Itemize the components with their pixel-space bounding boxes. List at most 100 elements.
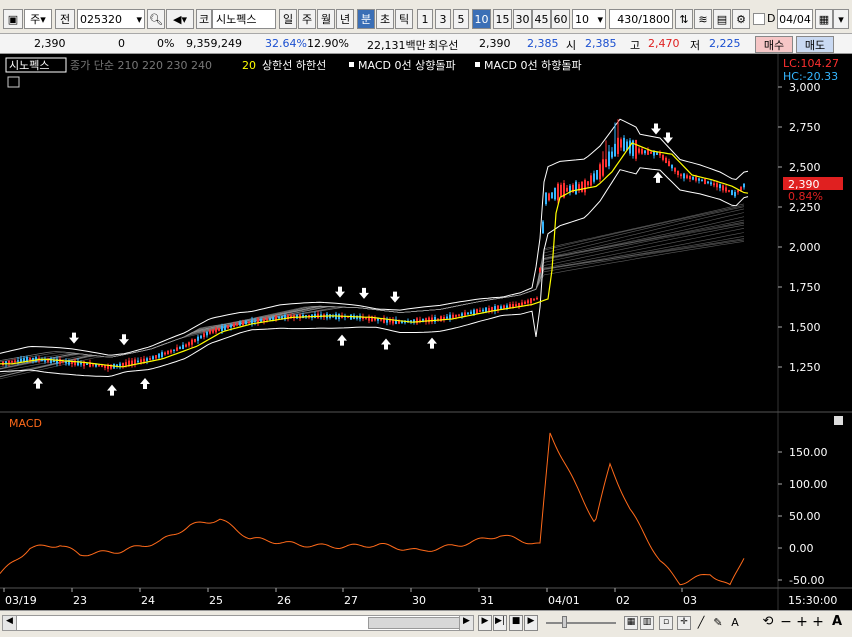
text-tool-icon[interactable]: A	[728, 616, 742, 630]
sell-button[interactable]: 매도	[796, 36, 834, 53]
minus-icon[interactable]: −	[779, 614, 793, 630]
stop-icon[interactable]: ■	[509, 615, 523, 631]
candle-body	[218, 327, 220, 331]
minute-45[interactable]: 45	[532, 9, 551, 29]
toolbar: ▣ 주 ▾ 전 025320 ▾ 🔍︎ ◀▾ 코 시노펙스 일 주 월 년 분 초 …	[0, 0, 852, 34]
candle-body	[161, 352, 163, 358]
chart-area[interactable]: 시노펙스 종가 단순 210 220 230 240 20 상한선 하한선 MA…	[0, 54, 852, 610]
tab-year[interactable]: 년	[336, 9, 354, 29]
candle-body	[707, 181, 709, 184]
tab-day[interactable]: 일	[279, 9, 297, 29]
price-label: 1,250	[789, 361, 821, 374]
candle-body	[719, 184, 721, 189]
search-icon[interactable]: 🔍︎	[147, 9, 165, 29]
ma-line	[0, 208, 745, 378]
date-label: 04/01	[548, 594, 580, 607]
minute-15[interactable]: 15	[493, 9, 512, 29]
calendar-icon[interactable]: ▦	[815, 9, 833, 29]
minute-5[interactable]: 5	[453, 9, 469, 29]
pattern-icon[interactable]: ≋	[694, 9, 712, 29]
candle-body	[686, 175, 688, 179]
speaker-icon[interactable]: ◀▾	[166, 9, 194, 29]
minute-10[interactable]: 10	[472, 9, 491, 29]
prev-button[interactable]: 전	[55, 9, 75, 29]
up-arrow-icon	[427, 337, 437, 349]
date-checkbox[interactable]	[753, 13, 765, 25]
panel-close-icon[interactable]	[834, 416, 843, 425]
up-arrow-icon	[33, 377, 43, 389]
reset-icon[interactable]: ⟲	[760, 614, 776, 630]
volume-value: 9,359,249	[186, 37, 242, 50]
tab-week[interactable]: 주	[298, 9, 316, 29]
grid-view-icon[interactable]: ▥	[640, 616, 654, 630]
candle-body	[665, 157, 667, 164]
scrollbar-thumb[interactable]	[368, 617, 460, 629]
minute-3[interactable]: 3	[435, 9, 451, 29]
scroll-left-icon[interactable]: ◀	[3, 616, 17, 630]
count-select[interactable]: 10 ▾	[572, 9, 606, 29]
scroll-right-icon[interactable]: ▶	[459, 616, 473, 630]
scrollbar-track[interactable]: ◀ ▶	[2, 615, 474, 631]
down-arrow-icon	[651, 123, 661, 135]
range-field[interactable]: 430/1800	[609, 9, 673, 29]
date-label: 27	[344, 594, 358, 607]
date-field[interactable]: 04/04	[777, 9, 813, 29]
candle-body	[173, 349, 175, 351]
plus-icon[interactable]: +	[795, 614, 809, 630]
candle-body	[149, 358, 151, 360]
candle-body	[530, 298, 532, 304]
crosshair-icon[interactable]: ✛	[677, 616, 691, 630]
grid-icon[interactable]	[7, 76, 20, 88]
tab-tick[interactable]: 틱	[395, 9, 413, 29]
table-icon[interactable]: ▦	[624, 616, 638, 630]
candle-body	[20, 358, 22, 362]
text-a-icon[interactable]: A	[829, 614, 845, 630]
market-label[interactable]: 코	[196, 9, 212, 29]
draw-tool-icon[interactable]: ✎	[711, 616, 725, 630]
minute-60[interactable]: 60	[551, 9, 570, 29]
candle-body	[539, 267, 541, 273]
code-input[interactable]: 025320 ▾	[77, 9, 145, 29]
window-icon[interactable]: ▣	[3, 9, 23, 29]
signal-arrows	[33, 123, 673, 396]
legend-square-icon	[349, 62, 354, 67]
candle-body	[101, 365, 103, 367]
chart-canvas[interactable]: 시노펙스 종가 단순 210 220 230 240 20 상한선 하한선 MA…	[0, 54, 852, 610]
ratio-pct: 12.90%	[307, 37, 349, 50]
zoom-slider-thumb[interactable]	[562, 616, 567, 628]
play-icon[interactable]: ▶	[478, 615, 492, 631]
candle-body	[740, 186, 742, 191]
step-icon[interactable]: ▶	[524, 615, 538, 631]
bid-value: 2,390	[479, 37, 511, 50]
candle-body	[533, 298, 535, 301]
tab-minute[interactable]: 분	[357, 9, 375, 29]
minute-30[interactable]: 30	[513, 9, 532, 29]
stock-name-field[interactable]: 시노펙스	[212, 9, 276, 29]
tab-month[interactable]: 월	[317, 9, 335, 29]
minute-1[interactable]: 1	[417, 9, 433, 29]
amount-value: 22,131백만	[367, 39, 426, 52]
buy-button[interactable]: 매수	[755, 36, 793, 53]
candle-body	[278, 316, 280, 319]
indicator-icon[interactable]: ⇅	[675, 9, 693, 29]
date-label: 31	[480, 594, 494, 607]
zoom-out-icon[interactable]: ▫	[659, 616, 673, 630]
candle-body	[608, 151, 610, 167]
mode-label: 주	[30, 13, 41, 26]
fast-forward-icon[interactable]: ▶|	[493, 615, 507, 631]
gear-icon[interactable]: ⚙	[732, 9, 750, 29]
chevron-down-icon[interactable]: ▾	[136, 13, 142, 26]
chevron-down-icon[interactable]: ▾	[833, 9, 849, 29]
mode-select[interactable]: 주 ▾	[24, 9, 52, 29]
candle-body	[731, 190, 733, 196]
macd-path	[0, 432, 745, 586]
plus-icon[interactable]: +	[811, 614, 825, 630]
tab-second[interactable]: 초	[376, 9, 394, 29]
date-label-d: D	[767, 12, 776, 25]
candle-body	[698, 178, 700, 181]
candle-body	[428, 317, 430, 323]
zoom-slider-track[interactable]	[546, 622, 616, 624]
save-icon[interactable]: ▤	[713, 9, 731, 29]
line-tool-icon[interactable]: ╱	[694, 616, 708, 630]
candle-body	[548, 193, 550, 201]
